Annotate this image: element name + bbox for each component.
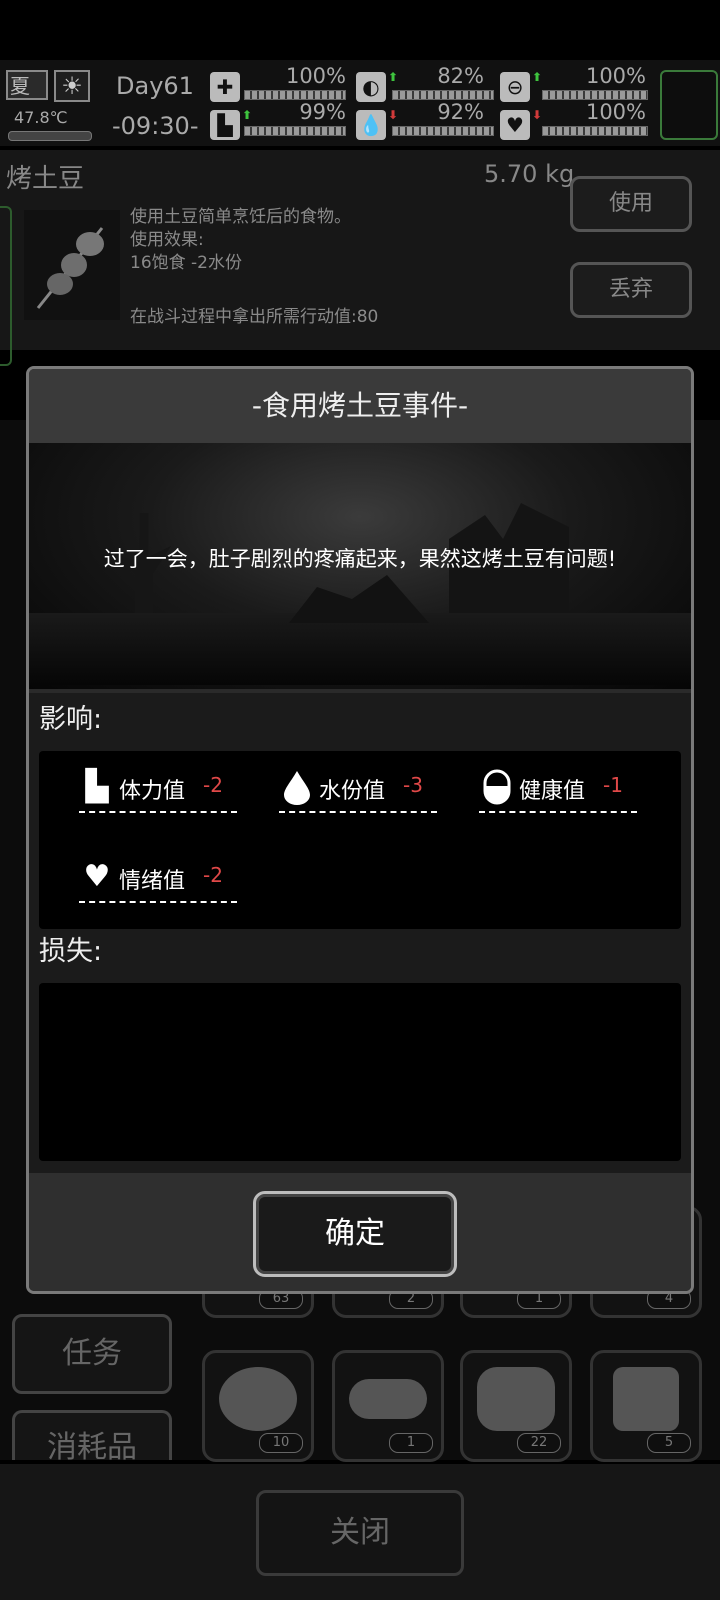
effects-list: ▙ 体力值 -2 水份值 -3 健康值 -1 ♥ 情绪值 -2	[39, 751, 681, 929]
trend-down-icon: ⬇	[532, 108, 543, 122]
temperature-bar	[8, 131, 92, 141]
trend-up-icon: ⬆	[242, 108, 253, 122]
category-tab-consumables[interactable]: 消耗品	[12, 1410, 172, 1460]
effect-label: 体力值	[119, 779, 186, 804]
game-clock: -09:30-	[112, 112, 199, 140]
slot-count: 22	[517, 1433, 561, 1453]
status-corner-button[interactable]	[660, 70, 718, 140]
effect-item-health: 健康值 -1	[479, 763, 639, 817]
event-dialog: -食用烤土豆事件- 过了一会，肚子剧烈的疼痛起来，果然这烤土豆有问题! 影响: …	[26, 366, 694, 1294]
effect-value: -1	[603, 773, 623, 797]
stat-bar-water	[392, 126, 494, 136]
effect-item-water: 水份值 -3	[279, 763, 439, 817]
slot-count: 5	[647, 1433, 691, 1453]
category-tab-tasks[interactable]: 任务	[12, 1314, 172, 1394]
stomach-icon: ◐	[356, 72, 386, 102]
effects-heading: 影响:	[39, 704, 103, 735]
stat-bar-health	[244, 90, 346, 100]
stat-value-medicine: 100%	[585, 64, 646, 88]
dialog-title: -食用烤土豆事件-	[251, 389, 469, 422]
heart-icon: ♥	[500, 110, 530, 140]
water-drop-icon	[279, 769, 315, 805]
stat-bar-medicine	[542, 90, 648, 100]
item-weight: 5.70 kg	[484, 160, 575, 188]
item-name: 烤土豆	[6, 164, 85, 194]
discard-button[interactable]: 丢弃	[570, 262, 692, 318]
heart-icon: ♥	[83, 859, 111, 894]
day-counter: Day61	[116, 72, 194, 100]
sun-icon: ☀	[54, 70, 90, 102]
stat-value-hunger: 82%	[437, 64, 484, 88]
effect-value: -2	[203, 863, 223, 887]
trend-up-icon: ⬆	[388, 70, 399, 84]
effect-label: 情绪值	[119, 869, 186, 894]
pill-icon: ⊖	[500, 72, 530, 102]
stat-bar-hunger	[392, 90, 494, 100]
effect-label: 水份值	[319, 779, 386, 804]
inventory-slot[interactable]: 10	[202, 1350, 314, 1462]
season-indicator: 夏	[6, 70, 48, 100]
panel-edge-indicator	[0, 206, 12, 366]
pill-icon	[479, 769, 515, 805]
trend-down-icon: ⬇	[388, 108, 399, 122]
event-description: 过了一会，肚子剧烈的疼痛起来，果然这烤土豆有问题!	[103, 547, 617, 571]
close-button[interactable]: 关闭	[256, 1490, 464, 1576]
trend-up-icon: ⬆	[532, 70, 543, 84]
item-combat-cost: 在战斗过程中拿出所需行动值:80	[130, 307, 379, 327]
loss-list	[39, 983, 681, 1161]
confirm-button[interactable]: 确定	[253, 1191, 457, 1277]
slot-count: 10	[259, 1433, 303, 1453]
stat-value-health: 100%	[285, 64, 346, 88]
item-description: 使用土豆简单烹饪后的食物。 使用效果: 16饱食 -2水份	[130, 207, 351, 273]
loss-heading: 损失:	[39, 936, 103, 967]
effect-value: -2	[203, 773, 223, 797]
stat-value-stamina: 99%	[299, 100, 346, 124]
boot-icon: ▙	[210, 110, 240, 140]
stat-bar-stamina	[244, 126, 346, 136]
use-button[interactable]: 使用	[570, 176, 692, 232]
stat-value-mood: 100%	[585, 100, 646, 124]
first-aid-icon: ✚	[210, 72, 240, 102]
stat-bar-mood	[542, 126, 648, 136]
slot-count: 1	[389, 1433, 433, 1453]
effect-label: 健康值	[519, 779, 586, 804]
roasted-potato-icon	[24, 210, 120, 320]
boot-icon: ▙	[85, 769, 109, 804]
inventory-slot[interactable]: 22	[460, 1350, 572, 1462]
inventory-slot[interactable]: 1	[332, 1350, 444, 1462]
effect-item-stamina: ▙ 体力值 -2	[79, 763, 239, 817]
temperature-readout: 47.8℃	[14, 108, 68, 127]
effect-value: -3	[403, 773, 423, 797]
effect-item-mood: ♥ 情绪值 -2	[79, 853, 239, 907]
inventory-slot[interactable]: 5	[590, 1350, 702, 1462]
stat-value-water: 92%	[437, 100, 484, 124]
water-drop-icon: 💧	[356, 110, 386, 140]
